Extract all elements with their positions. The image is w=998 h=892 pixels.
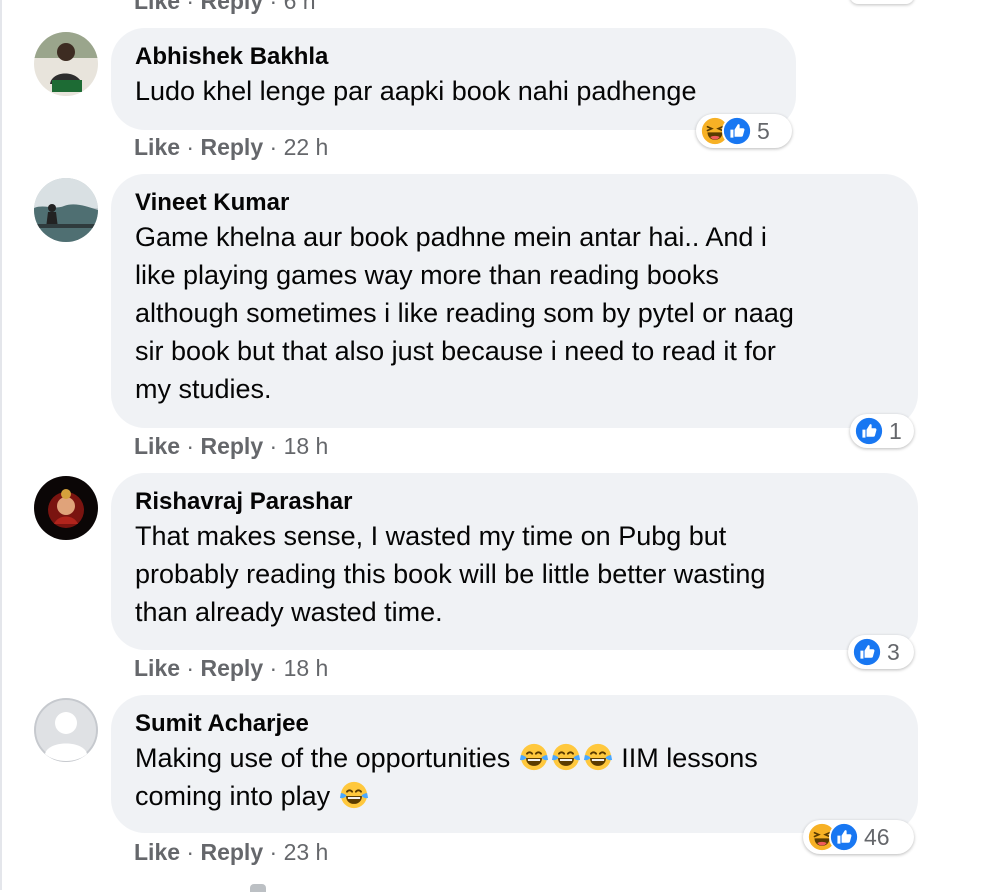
like-reaction-icon: [722, 116, 752, 146]
reply-link[interactable]: Reply: [200, 0, 263, 14]
like-reaction-icon: [852, 637, 882, 667]
comment-author[interactable]: Vineet Kumar: [135, 188, 894, 218]
next-element-fragment: [250, 884, 266, 892]
comment-text: Ludo khel lenge par aapki book nahi padh…: [135, 76, 697, 106]
reaction-summary[interactable]: 46: [803, 820, 914, 854]
reply-link[interactable]: Reply: [200, 433, 263, 459]
comment-author[interactable]: Abhishek Bakhla: [135, 42, 772, 72]
reaction-summary[interactable]: 1: [850, 414, 914, 448]
reaction-count: 3: [887, 638, 900, 665]
comment-text: That makes sense, I wasted my time on Pu…: [135, 521, 766, 627]
avatar[interactable]: [34, 178, 98, 242]
like-link[interactable]: Like: [134, 0, 180, 14]
comment-actions: Like · Reply · 18 h: [134, 433, 329, 459]
like-reaction-icon: [854, 416, 884, 446]
reaction-count: 1: [889, 417, 902, 444]
reply-link[interactable]: Reply: [200, 134, 263, 160]
comment-text: Making use of the opportunities IIM less…: [135, 742, 758, 811]
laughing-crying-emoji-icon: [339, 780, 369, 810]
comment-timestamp[interactable]: 18 h: [284, 433, 329, 459]
reply-link[interactable]: Reply: [200, 839, 263, 865]
comment-timestamp[interactable]: 18 h: [284, 655, 329, 681]
like-link[interactable]: Like: [134, 433, 180, 459]
comment-text: Game khelna aur book padhne mein antar h…: [135, 222, 794, 404]
comment-author[interactable]: Rishavraj Parashar: [135, 487, 894, 517]
comment-timestamp[interactable]: 6 h: [284, 0, 316, 14]
reaction-count: 46: [864, 823, 890, 850]
comment-author[interactable]: Sumit Acharjee: [135, 709, 894, 739]
like-reaction-icon: [829, 822, 859, 852]
reply-link[interactable]: Reply: [200, 655, 263, 681]
reaction-summary[interactable]: 3: [848, 635, 914, 669]
previous-comment-actions: Like · Reply · 6 h: [134, 0, 316, 15]
comment-actions: Like · Reply · 22 h: [134, 134, 329, 160]
laughing-crying-emoji-icon: [551, 742, 581, 772]
reaction-count: 5: [757, 117, 770, 144]
thread-line: [0, 0, 2, 890]
comment-bubble: Vineet Kumar Game khelna aur book padhne…: [111, 174, 918, 428]
avatar[interactable]: [34, 32, 98, 96]
laughing-crying-emoji-icon: [519, 742, 549, 772]
comment-bubble: Abhishek Bakhla Ludo khel lenge par aapk…: [111, 28, 796, 130]
comment-bubble: Sumit Acharjee Making use of the opportu…: [111, 695, 918, 833]
comment-actions: Like · Reply · 23 h: [134, 839, 329, 865]
like-link[interactable]: Like: [134, 655, 180, 681]
comment-actions: Like · Reply · 18 h: [134, 655, 329, 681]
previous-reaction-summary[interactable]: [850, 0, 914, 4]
comment-timestamp[interactable]: 22 h: [284, 134, 329, 160]
comment-timestamp[interactable]: 23 h: [284, 839, 329, 865]
comment-bubble: Rishavraj Parashar That makes sense, I w…: [111, 473, 918, 650]
like-link[interactable]: Like: [134, 839, 180, 865]
like-link[interactable]: Like: [134, 134, 180, 160]
avatar[interactable]: [34, 698, 98, 762]
avatar[interactable]: [34, 476, 98, 540]
reaction-summary[interactable]: 5: [696, 114, 792, 148]
laughing-crying-emoji-icon: [583, 742, 613, 772]
